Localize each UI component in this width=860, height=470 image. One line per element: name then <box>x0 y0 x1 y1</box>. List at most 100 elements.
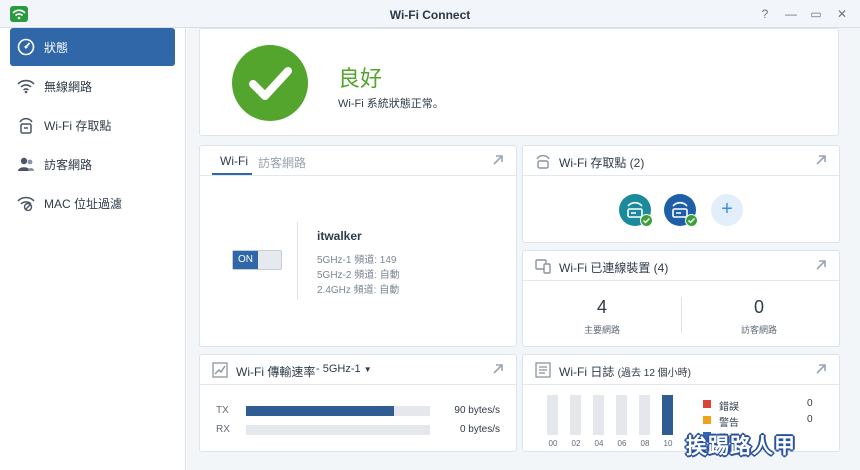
legend-warning-swatch <box>703 416 711 424</box>
network-ssid: itwalker <box>317 229 362 243</box>
access-point-icon <box>16 115 36 135</box>
wifi-log-header: Wi-Fi 日誌 (過去 12 個小時) <box>523 355 839 385</box>
band-channel-5ghz-1: 5GHz-1 頻道: 149 <box>317 255 397 266</box>
watermark-text: 挨踢路人甲 <box>686 434 796 458</box>
sidebar: 狀態 無線網路 Wi-Fi 存取點 訪客網路 MAC 位址過濾 <box>0 28 186 470</box>
band-channel-5ghz-2: 5GHz-2 頻道: 自動 <box>317 270 400 281</box>
log-bar <box>616 395 627 435</box>
log-tick-label: 08 <box>640 439 650 448</box>
legend-error-swatch <box>703 400 711 408</box>
wifi-icon <box>16 76 36 96</box>
sidebar-item-mac-filter[interactable]: MAC 位址過濾 <box>10 184 175 222</box>
wifi-log-period: (過去 12 個小時) <box>617 368 692 379</box>
window-title: Wi-Fi Connect <box>389 8 471 22</box>
connected-devices-count: (4) <box>653 261 669 275</box>
access-points-card: Wi-Fi 存取點 (2) + <box>522 145 840 243</box>
sidebar-item-label: MAC 位址過濾 <box>44 196 123 211</box>
log-tick-label: 06 <box>617 439 627 448</box>
wifi-log-title: Wi-Fi 日誌 (過去 12 個小時) <box>559 365 692 379</box>
toggle-on-label: ON <box>233 251 258 269</box>
caret-down-icon: ▼ <box>363 365 372 374</box>
sidebar-item-access-points[interactable]: Wi-Fi 存取點 <box>10 106 175 144</box>
connected-devices-title: Wi-Fi 已連線裝置 (4) <box>559 261 669 275</box>
expand-arrow-icon[interactable] <box>815 259 827 271</box>
legend-warning-label: 警告 <box>719 418 739 429</box>
sidebar-item-wireless[interactable]: 無線網路 <box>10 67 175 105</box>
check-circle-icon <box>232 45 308 121</box>
log-tick-label: 02 <box>571 439 581 448</box>
log-tick-label: 04 <box>594 439 604 448</box>
transfer-rate-card: Wi-Fi 傳輸速率 - 5GHz-1 ▼ TX 90 bytes/s RX 0… <box>199 354 517 452</box>
maximize-button[interactable]: ▭ <box>808 6 824 22</box>
sidebar-item-label: 無線網路 <box>44 79 93 94</box>
connected-devices-header: Wi-Fi 已連線裝置 (4) <box>523 251 839 281</box>
status-card: 良好 Wi-Fi 系統狀態正常。 <box>199 28 839 136</box>
wifi-power-toggle[interactable]: ON <box>232 250 282 270</box>
log-bar <box>639 395 650 435</box>
status-gauge-icon <box>16 37 36 57</box>
sidebar-item-label: 狀態 <box>44 40 69 55</box>
status-description: Wi-Fi 系統狀態正常。 <box>338 98 444 110</box>
main-network-label: 主要網路 <box>583 325 620 335</box>
rx-label: RX <box>216 424 230 435</box>
expand-arrow-icon[interactable] <box>815 363 827 375</box>
tab-guest-network[interactable]: 訪客網路 <box>258 154 306 171</box>
access-points-header: Wi-Fi 存取點 (2) <box>523 146 839 176</box>
log-bar <box>547 395 558 435</box>
transfer-rate-title: Wi-Fi 傳輸速率 <box>236 365 316 379</box>
log-bar <box>662 395 673 435</box>
band-select-dropdown[interactable]: - 5GHz-1 ▼ <box>316 363 372 375</box>
log-bar <box>593 395 604 435</box>
divider <box>297 222 298 300</box>
main-content: 良好 Wi-Fi 系統狀態正常。 Wi-Fi 訪客網路 ON itwalker … <box>187 28 860 470</box>
sidebar-item-status[interactable]: 狀態 <box>10 28 175 66</box>
sidebar-item-label: Wi-Fi 存取點 <box>44 118 112 133</box>
check-badge-icon <box>640 214 653 227</box>
status-title: 良好 <box>338 67 383 92</box>
guest-network-label: 訪客網路 <box>740 325 777 335</box>
log-bar <box>570 395 581 435</box>
legend-warning-count: 0 <box>807 414 813 425</box>
log-tick-label: 00 <box>548 439 558 448</box>
mac-filter-icon <box>16 193 36 213</box>
expand-arrow-icon[interactable] <box>492 363 504 375</box>
access-point-icon <box>536 154 550 169</box>
router-icon[interactable] <box>619 194 653 227</box>
check-badge-icon <box>685 214 698 227</box>
devices-icon <box>535 259 551 274</box>
minimize-button[interactable]: — <box>783 6 799 22</box>
main-network-device-count: 4 <box>596 297 607 317</box>
tx-value: 90 bytes/s <box>454 405 500 416</box>
divider <box>681 297 682 333</box>
tx-label: TX <box>216 405 229 416</box>
line-chart-icon <box>212 362 228 378</box>
close-button[interactable]: ✕ <box>834 6 850 22</box>
add-access-point-button[interactable]: + <box>711 194 743 226</box>
guest-network-device-count: 0 <box>753 297 764 317</box>
log-tick-label: 10 <box>663 439 673 448</box>
sidebar-item-guest-network[interactable]: 訪客網路 <box>10 145 175 183</box>
wifi-card-header: Wi-Fi 訪客網路 <box>200 146 516 176</box>
tx-bar <box>246 406 430 416</box>
rx-value: 0 bytes/s <box>459 424 500 435</box>
transfer-rate-header: Wi-Fi 傳輸速率 - 5GHz-1 ▼ <box>200 355 516 385</box>
access-points-title: Wi-Fi 存取點 (2) <box>559 156 645 170</box>
router-icon[interactable] <box>664 194 698 227</box>
expand-arrow-icon[interactable] <box>815 154 827 166</box>
rx-bar <box>246 425 430 435</box>
help-button[interactable]: ? <box>757 6 773 22</box>
title-bar: Wi-Fi Connect ? — ▭ ✕ <box>0 0 860 28</box>
sidebar-item-label: 訪客網路 <box>44 157 93 172</box>
band-channel-2-4ghz: 2.4GHz 頻道: 自動 <box>317 285 400 296</box>
legend-error-label: 錯誤 <box>719 402 739 413</box>
log-list-icon <box>535 362 551 378</box>
tab-wifi[interactable]: Wi-Fi <box>220 154 248 168</box>
tx-bar-fill <box>246 406 394 416</box>
access-points-count: (2) <box>629 156 645 170</box>
wifi-card: Wi-Fi 訪客網路 ON itwalker 5GHz-1 頻道: 149 5G… <box>199 145 517 347</box>
active-tab-indicator <box>212 173 252 175</box>
legend-error-count: 0 <box>807 398 813 409</box>
log-bar-fill <box>662 395 673 435</box>
expand-arrow-icon[interactable] <box>492 154 504 166</box>
connected-devices-card: Wi-Fi 已連線裝置 (4) 4 主要網路 0 訪客網路 <box>522 250 840 347</box>
